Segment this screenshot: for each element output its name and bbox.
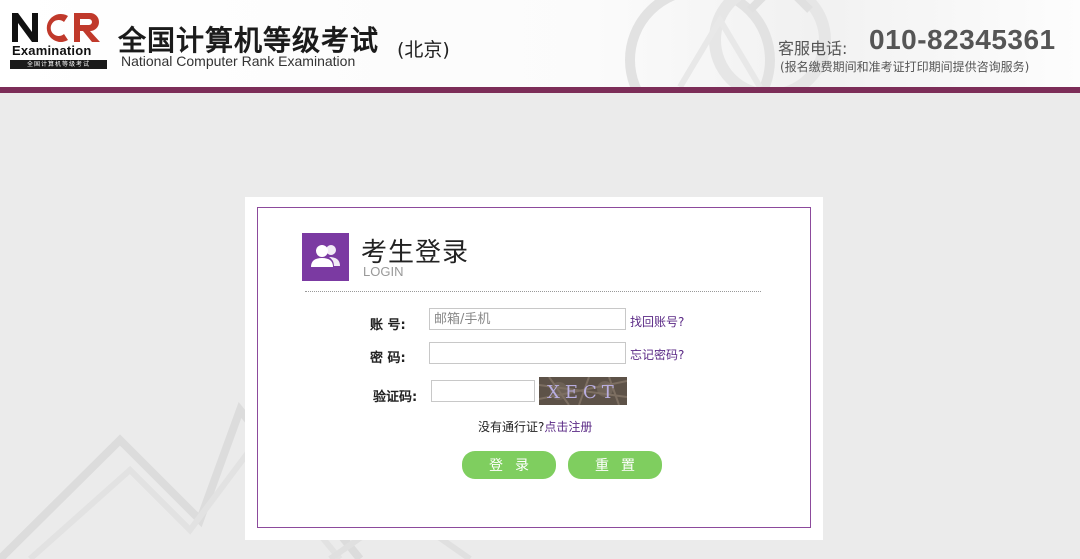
forgot-password-link[interactable]: 忘记密码? [630, 346, 684, 363]
hotline-number: 010-82345361 [869, 24, 1056, 55]
account-label: 账 号: [370, 318, 406, 333]
find-account-link[interactable]: 找回账号? [630, 313, 684, 330]
ncre-logo-mark [12, 13, 100, 42]
login-panel: 考生登录 LOGIN 账 号: 找回账号? 密 码: 忘记密码? 验证码: XE… [257, 207, 811, 528]
logo-strip: 全国计算机等级考试 [10, 60, 107, 69]
password-input[interactable] [429, 342, 626, 364]
header-divider-bar [0, 87, 1080, 93]
ncre-logo[interactable]: Examination 全国计算机等级考试 [10, 10, 110, 70]
reset-button[interactable]: 重置 [568, 451, 662, 479]
login-button[interactable]: 登录 [462, 451, 556, 479]
hotline-note: (报名缴费期间和准考证打印期间提供咨询服务) [780, 60, 1030, 74]
no-pass-text: 没有通行证? [478, 420, 545, 434]
login-divider [305, 291, 761, 292]
captcha-image[interactable]: XECT [539, 377, 627, 405]
account-input[interactable] [429, 308, 626, 330]
region-label: (北京) [397, 39, 450, 61]
register-link[interactable]: 点击注册 [544, 420, 592, 434]
site-header: Examination 全国计算机等级考试 全国计算机等级考试 National… [0, 0, 1080, 87]
hotline-label: 客服电话: [778, 39, 848, 58]
captcha-input[interactable] [431, 380, 535, 402]
register-line: 没有通行证?点击注册 [478, 418, 592, 435]
users-icon [302, 233, 349, 281]
login-subtitle: LOGIN [363, 264, 404, 279]
captcha-label: 验证码: [373, 390, 418, 405]
captcha-text: XECT [547, 382, 619, 403]
site-subtitle: National Computer Rank Examination [121, 53, 356, 69]
logo-word: Examination [12, 43, 92, 58]
login-card: 考生登录 LOGIN 账 号: 找回账号? 密 码: 忘记密码? 验证码: XE… [245, 197, 823, 540]
password-label: 密 码: [370, 351, 406, 366]
